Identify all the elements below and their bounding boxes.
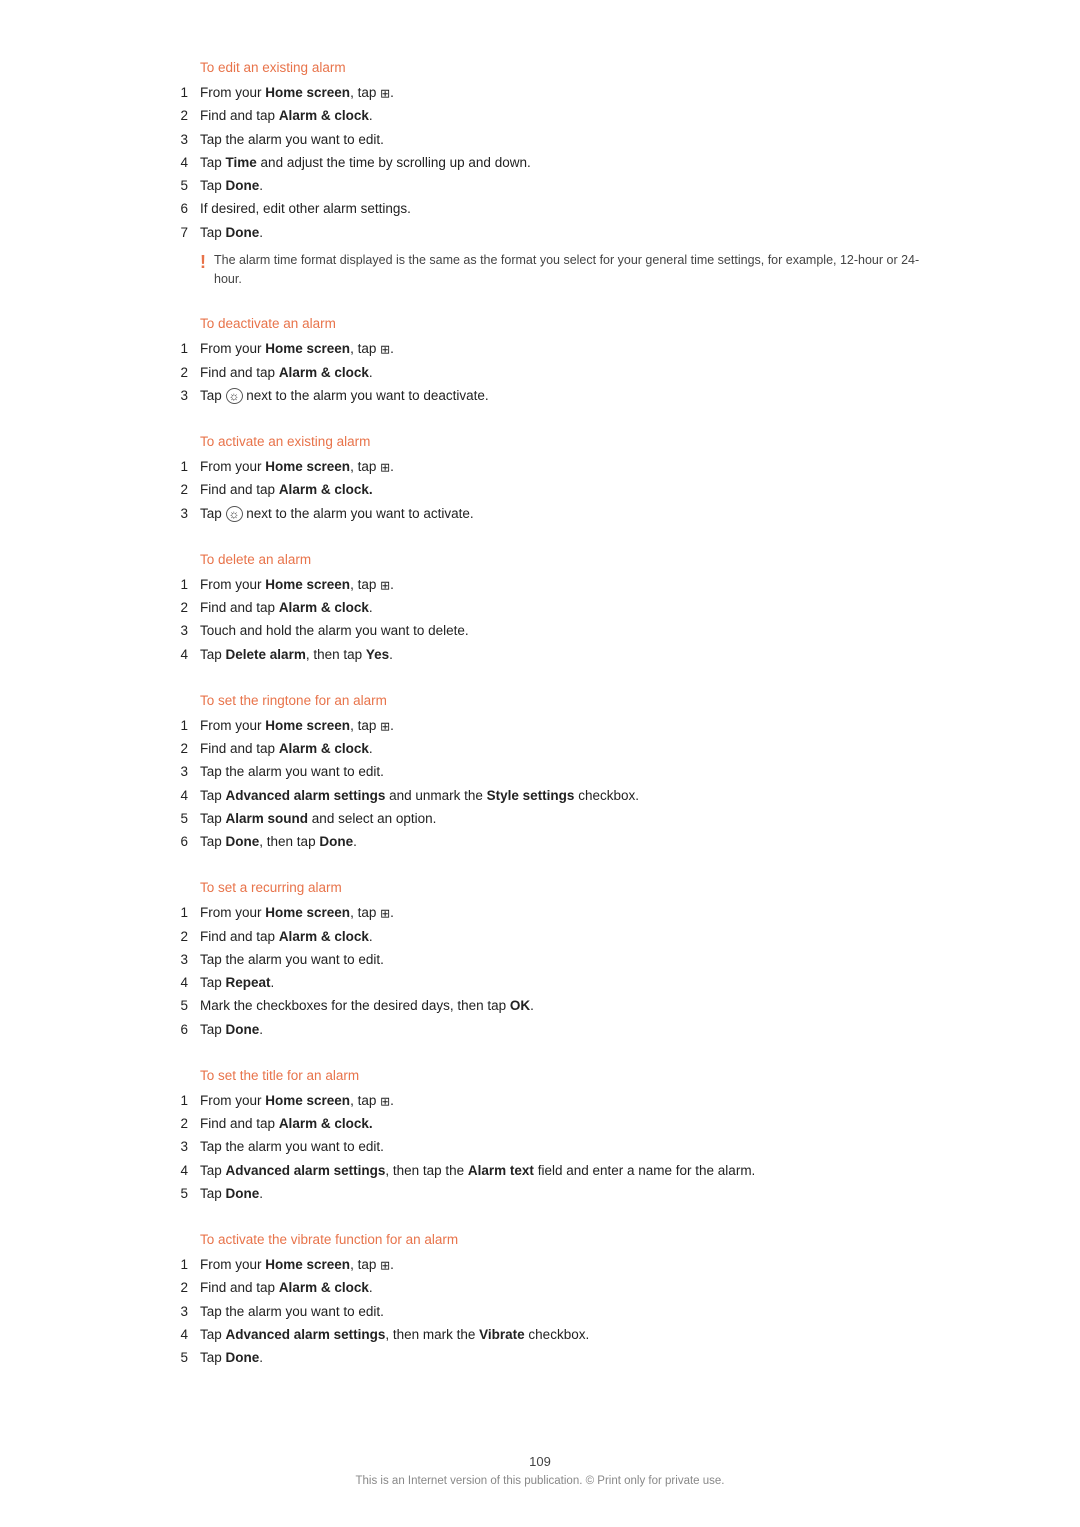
page-footer: 109 This is an Internet version of this … [0,1454,1080,1487]
page-content: To edit an existing alarm 1From your Hom… [0,0,1080,1476]
section-title-activate-alarm: To activate an existing alarm [200,434,920,449]
step-item: 2Find and tap Alarm & clock. [160,1278,920,1298]
note-icon: ! [200,251,206,274]
steps-activate-alarm: 1From your Home screen, tap ⊞. 2Find and… [160,457,920,524]
step-item: 3Touch and hold the alarm you want to de… [160,621,920,641]
steps-set-ringtone: 1From your Home screen, tap ⊞. 2Find and… [160,716,920,853]
step-item: 2Find and tap Alarm & clock. [160,1114,920,1134]
page-number: 109 [0,1454,1080,1469]
section-set-ringtone: To set the ringtone for an alarm 1From y… [160,693,920,853]
section-title-recurring-alarm: To set a recurring alarm [200,880,920,895]
section-title-deactivate-alarm: To deactivate an alarm [200,316,920,331]
step-item: 1From your Home screen, tap ⊞. [160,575,920,595]
section-vibrate-alarm: To activate the vibrate function for an … [160,1232,920,1368]
step-item: 3Tap ☼ next to the alarm you want to dea… [160,386,920,406]
step-item: 1From your Home screen, tap ⊞. [160,1091,920,1111]
step-item: 1From your Home screen, tap ⊞. [160,716,920,736]
step-item: 3Tap the alarm you want to edit. [160,762,920,782]
step-item: 5Tap Done. [160,1348,920,1368]
section-title-vibrate-alarm: To activate the vibrate function for an … [200,1232,920,1247]
step-item: 2Find and tap Alarm & clock. [160,480,920,500]
section-title-edit-alarm: To edit an existing alarm [200,60,920,75]
step-item: 7Tap Done. [160,223,920,243]
step-item: 2Find and tap Alarm & clock. [160,363,920,383]
note-edit-alarm: ! The alarm time format displayed is the… [200,251,920,289]
section-title-set-title: To set the title for an alarm [200,1068,920,1083]
note-text: The alarm time format displayed is the s… [214,251,920,289]
step-item: 2Find and tap Alarm & clock. [160,927,920,947]
section-edit-alarm: To edit an existing alarm 1From your Hom… [160,60,920,288]
step-item: 3Tap the alarm you want to edit. [160,130,920,150]
section-deactivate-alarm: To deactivate an alarm 1From your Home s… [160,316,920,406]
step-item: 3Tap the alarm you want to edit. [160,1302,920,1322]
section-delete-alarm: To delete an alarm 1From your Home scree… [160,552,920,665]
step-item: 4Tap Advanced alarm settings, then tap t… [160,1161,920,1181]
section-recurring-alarm: To set a recurring alarm 1From your Home… [160,880,920,1040]
step-item: 6Tap Done. [160,1020,920,1040]
step-item: 5Tap Done. [160,1184,920,1204]
steps-deactivate-alarm: 1From your Home screen, tap ⊞. 2Find and… [160,339,920,406]
step-item: 4Tap Advanced alarm settings, then mark … [160,1325,920,1345]
steps-edit-alarm: 1From your Home screen, tap ⊞. 2Find and… [160,83,920,243]
step-item: 4Tap Delete alarm, then tap Yes. [160,645,920,665]
step-item: 6Tap Done, then tap Done. [160,832,920,852]
step-item: 2Find and tap Alarm & clock. [160,106,920,126]
section-title-delete-alarm: To delete an alarm [200,552,920,567]
steps-vibrate-alarm: 1From your Home screen, tap ⊞. 2Find and… [160,1255,920,1368]
step-item: 6If desired, edit other alarm settings. [160,199,920,219]
step-item: 1From your Home screen, tap ⊞. [160,903,920,923]
section-set-title: To set the title for an alarm 1From your… [160,1068,920,1204]
step-item: 1From your Home screen, tap ⊞. [160,1255,920,1275]
steps-delete-alarm: 1From your Home screen, tap ⊞. 2Find and… [160,575,920,665]
step-item: 4Tap Advanced alarm settings and unmark … [160,786,920,806]
step-item: 2Find and tap Alarm & clock. [160,739,920,759]
step-item: 4Tap Time and adjust the time by scrolli… [160,153,920,173]
step-item: 1From your Home screen, tap ⊞. [160,339,920,359]
step-item: 4Tap Repeat. [160,973,920,993]
step-item: 5Tap Done. [160,176,920,196]
step-item: 5Tap Alarm sound and select an option. [160,809,920,829]
steps-set-title: 1From your Home screen, tap ⊞. 2Find and… [160,1091,920,1204]
step-item: 1From your Home screen, tap ⊞. [160,457,920,477]
step-item: 3Tap the alarm you want to edit. [160,950,920,970]
step-item: 2Find and tap Alarm & clock. [160,598,920,618]
footer-note: This is an Internet version of this publ… [0,1475,1080,1487]
step-item: 3Tap the alarm you want to edit. [160,1137,920,1157]
step-item: 3Tap ☼ next to the alarm you want to act… [160,504,920,524]
section-title-set-ringtone: To set the ringtone for an alarm [200,693,920,708]
step-item: 5Mark the checkboxes for the desired day… [160,996,920,1016]
steps-recurring-alarm: 1From your Home screen, tap ⊞. 2Find and… [160,903,920,1040]
section-activate-alarm: To activate an existing alarm 1From your… [160,434,920,524]
step-item: 1From your Home screen, tap ⊞. [160,83,920,103]
